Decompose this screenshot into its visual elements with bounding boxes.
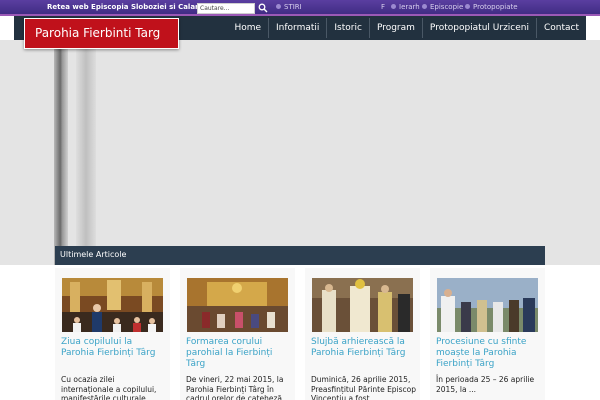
bullet-icon: [422, 3, 427, 9]
hero-image: [0, 40, 600, 265]
article-excerpt: Cu ocazia zilei internaționale a copilul…: [61, 375, 157, 400]
top-link-episcopie[interactable]: Episcopie: [422, 3, 463, 11]
section-title: Ultimele Articole: [60, 250, 127, 259]
article-card: Procesiune cu sfinte moaște la Parohia F…: [430, 268, 545, 400]
top-link-label: Protopopiate: [473, 3, 518, 11]
nav-program[interactable]: Program: [368, 18, 422, 38]
nav-home[interactable]: Home: [227, 18, 268, 38]
latest-articles-header: Ultimele Articole: [55, 246, 545, 265]
article-card: Formarea corului parohial la Fierbinți T…: [180, 268, 295, 400]
article-title-link[interactable]: Slujbă arhierească la Parohia Fierbinți …: [311, 337, 417, 359]
bullet-icon: [465, 3, 470, 9]
article-excerpt: Duminică, 26 aprilie 2015, Preasfințitul…: [311, 375, 417, 400]
top-link-protopopiate[interactable]: Protopopiate: [465, 3, 518, 11]
top-link-label: F: [381, 3, 386, 11]
article-thumbnail[interactable]: [62, 278, 163, 332]
top-link-f[interactable]: F: [381, 3, 385, 11]
search-input[interactable]: [197, 3, 255, 14]
network-link[interactable]: Retea web Episcopia Sloboziei si Calaras…: [47, 3, 220, 11]
hero-pole-shape: [54, 40, 68, 265]
article-card: Ziua copilului la Parohia Fierbinți Târg…: [55, 268, 170, 400]
article-excerpt: În perioada 25 – 26 aprilie 2015, la ...: [436, 375, 535, 394]
article-thumbnail[interactable]: [312, 278, 413, 332]
article-thumbnail[interactable]: [437, 278, 538, 332]
top-link-label: Ierarh: [399, 3, 420, 11]
hero-pole-shape: [76, 40, 96, 265]
site-logo-text: Parohia Fierbinti Targ: [35, 26, 161, 40]
article-title-link[interactable]: Formarea corului parohial la Fierbinți T…: [186, 337, 292, 370]
article-thumbnail[interactable]: [187, 278, 288, 332]
top-link-label: Episcopie: [430, 3, 464, 11]
nav-protopopiat[interactable]: Protopopiatul Urziceni: [421, 18, 536, 38]
nav-informatii[interactable]: Informatii: [268, 18, 326, 38]
top-link-stiri[interactable]: STIRI: [276, 3, 302, 11]
top-link-ierarh[interactable]: Ierarh: [391, 3, 420, 11]
bullet-icon: [391, 3, 396, 9]
article-title-link[interactable]: Ziua copilului la Parohia Fierbinți Târg: [61, 337, 167, 359]
nav-istoric[interactable]: Istoric: [326, 18, 369, 38]
article-card: Slujbă arhierească la Parohia Fierbinți …: [305, 268, 420, 400]
site-logo[interactable]: Parohia Fierbinti Targ: [24, 18, 179, 49]
top-link-label: STIRI: [284, 3, 302, 11]
article-title-link[interactable]: Procesiune cu sfinte moaște la Parohia F…: [436, 337, 542, 370]
search-icon[interactable]: [258, 3, 268, 13]
bullet-icon: [276, 3, 281, 9]
article-excerpt: De vineri, 22 mai 2015, la Parohia Fierb…: [186, 375, 292, 400]
main-nav: Home Informatii Istoric Program Protopop…: [227, 18, 586, 38]
nav-contact[interactable]: Contact: [535, 18, 586, 38]
